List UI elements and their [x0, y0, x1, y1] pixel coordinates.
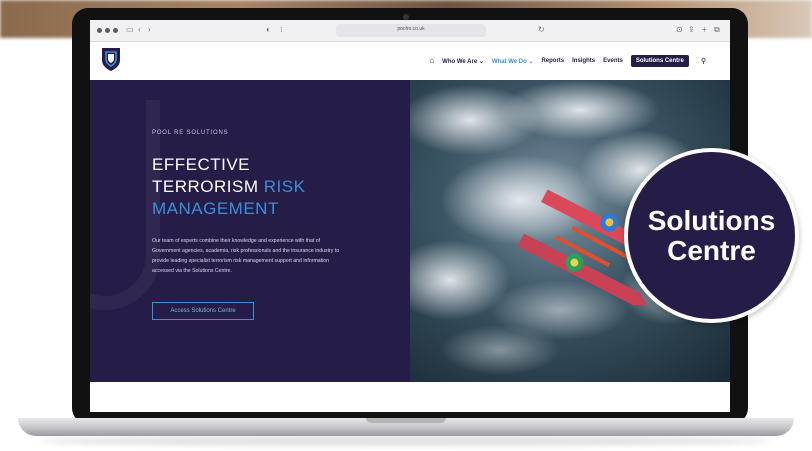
nav-insights[interactable]: Insights	[572, 58, 595, 64]
reload-icon[interactable]: ↻	[538, 25, 545, 35]
home-icon[interactable]: ⌂	[429, 57, 434, 65]
nav-who-we-are[interactable]: Who We Are ⌄	[442, 58, 484, 65]
tabs-icon[interactable]: ⧉	[714, 25, 720, 35]
page-below-fold	[90, 382, 730, 412]
decorative-shield-outline	[90, 100, 160, 310]
badge-line-1: Solutions	[647, 204, 776, 236]
laptop-base-notch	[366, 418, 446, 423]
new-tab-icon[interactable]: +	[702, 25, 707, 35]
access-solutions-centre-button[interactable]: Access Solutions Centre	[152, 302, 254, 320]
window-close-dot[interactable]	[97, 28, 102, 33]
headline-line-3: MANAGEMENT	[152, 199, 279, 218]
page-menu-icon[interactable]: ⁝	[280, 25, 283, 35]
nav-events[interactable]: Events	[603, 58, 623, 64]
hero-panel: POOL RE SOLUTIONS EFFECTIVE TERRORISM RI…	[90, 80, 410, 382]
back-icon[interactable]: ‹	[138, 25, 141, 35]
main-navigation: ⌂ Who We Are ⌄ What We Do ⌄ Reports Insi…	[429, 55, 706, 67]
nav-what-we-do[interactable]: What We Do ⌄	[492, 58, 534, 65]
nav-reports[interactable]: Reports	[541, 58, 564, 64]
headline-line-1: EFFECTIVE	[152, 155, 251, 174]
window-minimize-dot[interactable]	[105, 28, 110, 33]
address-bar[interactable]: poolre.co.uk	[336, 24, 486, 37]
headline-line-2: TERRORISM RISK	[152, 176, 305, 198]
marketing-screenshot: ▭ ‹ › ◐ ⁝ poolre.co.uk ↻ ⊙ ⇪ + ⧉ ⌂ Who W…	[0, 0, 812, 451]
forward-icon[interactable]: ›	[148, 25, 151, 35]
hero-headline: EFFECTIVE TERRORISM RISK MANAGEMENT	[152, 154, 305, 220]
downloads-icon[interactable]: ⊙	[676, 25, 683, 35]
badge-line-2: Centre	[667, 234, 756, 266]
sidebar-icon[interactable]: ▭	[126, 25, 134, 35]
solutions-centre-badge: Solutions Centre	[624, 148, 799, 323]
site-header: ⌂ Who We Are ⌄ What We Do ⌄ Reports Insi…	[90, 42, 730, 80]
hero-eyebrow: POOL RE SOLUTIONS	[152, 130, 229, 136]
solutions-centre-button[interactable]: Solutions Centre	[630, 55, 689, 67]
headline-line-2-plain: TERRORISM	[152, 177, 264, 196]
share-icon[interactable]: ⇪	[688, 25, 695, 35]
search-icon[interactable]: ⚲	[701, 57, 706, 65]
laptop-shadow	[40, 436, 772, 446]
privacy-shield-icon: ◐	[266, 25, 271, 34]
browser-toolbar: ▭ ‹ › ◐ ⁝ poolre.co.uk ↻ ⊙ ⇪ + ⧉	[90, 20, 730, 42]
window-zoom-dot[interactable]	[113, 28, 118, 33]
address-url: poolre.co.uk	[397, 26, 425, 32]
headline-line-2-accent: RISK	[263, 177, 306, 196]
hero-body-text: Our team of experts combine their knowle…	[152, 238, 340, 274]
shield-logo-icon[interactable]	[100, 46, 122, 72]
